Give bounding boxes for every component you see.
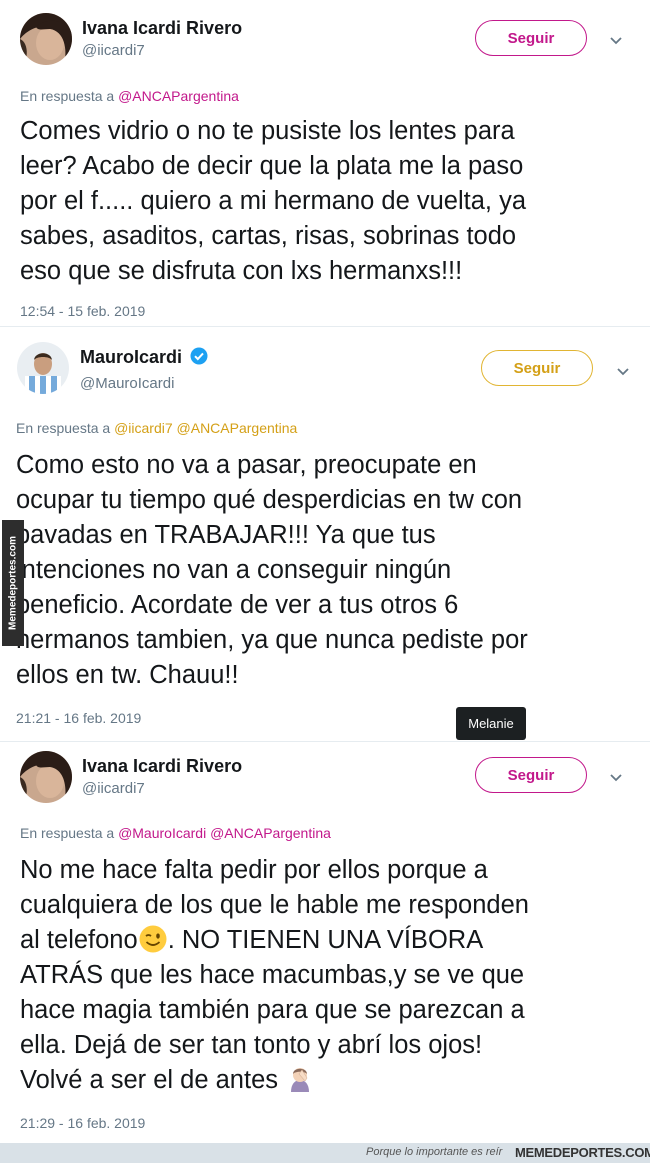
tweet-3: Ivana Icardi Rivero @iicardi7 Seguir En … [0,745,650,1140]
user-handle[interactable]: @iicardi7 [82,42,145,59]
tweet-text-line: al telefono . NO TIENEN UNA VÍBORA [20,923,529,958]
tweet-text-line: beneficio. Acordate de ver a tus otros 6 [16,591,459,619]
avatar[interactable] [17,342,69,394]
tweet-text-line: Comes vidrio o no te pusiste los lentes … [20,117,515,145]
reply-mentions[interactable]: @MauroIcardi @ANCAPargentina [118,825,331,841]
footer-slogan: Porque lo importante es reír [366,1146,503,1158]
tweet-text-fragment: . NO TIENEN UNA VÍBORA [167,926,484,954]
reply-prefix: En respuesta a [20,88,115,104]
tweet-text-line: sabes, asaditos, cartas, risas, sobrinas… [20,222,517,250]
tweet-text-line: leer? Acabo de decir que la plata me la … [20,152,524,180]
tweet-text: Como esto no va a pasar, preocupate en o… [16,448,528,693]
tweet-text-line: cualquiera de los que le hable me respon… [20,891,529,919]
chevron-down-icon[interactable] [608,769,624,785]
chevron-down-icon[interactable] [608,32,624,48]
tweet-text-line: por el f..... quiero a mi hermano de vue… [20,187,527,215]
tweet-text-line: pavadas en TRABAJAR!!! Ya que tus [16,521,436,549]
display-name[interactable]: MauroIcardi [80,347,208,368]
facepalm-emoji [291,1068,310,1092]
display-name-text: MauroIcardi [80,347,183,367]
follow-button[interactable]: Seguir [475,20,587,56]
tweet-text-line: intenciones no van a conseguir ningún [16,556,452,584]
tweet-text-line: ocupar tu tiempo qué desperdicias en tw … [16,486,523,514]
tweet-text-line: ella. Dejá de ser tan tonto y abrí los o… [20,1031,483,1059]
tooltip: Melanie [456,707,526,740]
tweet-text-line: eso que se disfruta con lxs hermanxs!!! [20,257,463,285]
wink-emoji [139,925,167,953]
timestamp[interactable]: 21:29 - 16 feb. 2019 [20,1115,145,1131]
user-handle[interactable]: @MauroIcardi [80,375,174,392]
verified-badge-icon [190,347,208,365]
tweet-text-line: hace magia también para que se parezcan … [20,996,525,1024]
avatar[interactable] [20,751,72,803]
display-name[interactable]: Ivana Icardi Rivero [82,756,242,777]
reply-prefix: En respuesta a [20,825,115,841]
tweet-2: MauroIcardi @MauroIcardi Seguir En respu… [0,330,650,735]
tweet-text-line: hermanos tambien, ya que nunca pediste p… [16,626,528,654]
display-name[interactable]: Ivana Icardi Rivero [82,18,242,39]
reply-mentions[interactable]: @iicardi7 @ANCAPargentina [114,420,297,436]
tweet-text: Comes vidrio o no te pusiste los lentes … [20,114,526,289]
tweet-1: Ivana Icardi Rivero @iicardi7 Seguir En … [0,0,650,325]
follow-button[interactable]: Seguir [481,350,593,386]
reply-mentions[interactable]: @ANCAPargentina [118,88,239,104]
tweet-text-line: Como esto no va a pasar, preocupate en [16,451,477,479]
tweet-text-fragment: al telefono [20,926,138,954]
reply-context: En respuesta a @MauroIcardi @ANCAPargent… [20,825,331,841]
divider [0,326,650,327]
tweet-text-fragment: Volvé a ser el de antes [20,1066,279,1094]
timestamp[interactable]: 12:54 - 15 feb. 2019 [20,303,145,319]
footer-watermark-bar: Porque lo importante es reír MEMEDEPORTE… [0,1143,650,1163]
tweet-text: No me hace falta pedir por ellos porque … [20,853,529,1098]
reply-prefix: En respuesta a [16,420,111,436]
tweet-text-line: No me hace falta pedir por ellos porque … [20,856,488,884]
user-handle[interactable]: @iicardi7 [82,780,145,797]
chevron-down-icon[interactable] [615,363,631,379]
footer-brand: MEMEDEPORTES.COM [515,1145,650,1160]
timestamp[interactable]: 21:21 - 16 feb. 2019 [16,710,141,726]
side-watermark: Memedeportes.com [2,520,24,646]
divider [0,741,650,742]
reply-context: En respuesta a @ANCAPargentina [20,88,239,104]
tweet-text-line: Volvé a ser el de antes [20,1063,529,1098]
tweet-text-line: ellos en tw. Chauu!! [16,661,239,689]
avatar[interactable] [20,13,72,65]
side-watermark-text: Memedeportes.com [7,536,19,630]
tweet-text-line: ATRÁS que les hace macumbas,y se ve que [20,961,525,989]
follow-button[interactable]: Seguir [475,757,587,793]
reply-context: En respuesta a @iicardi7 @ANCAPargentina [16,420,297,436]
